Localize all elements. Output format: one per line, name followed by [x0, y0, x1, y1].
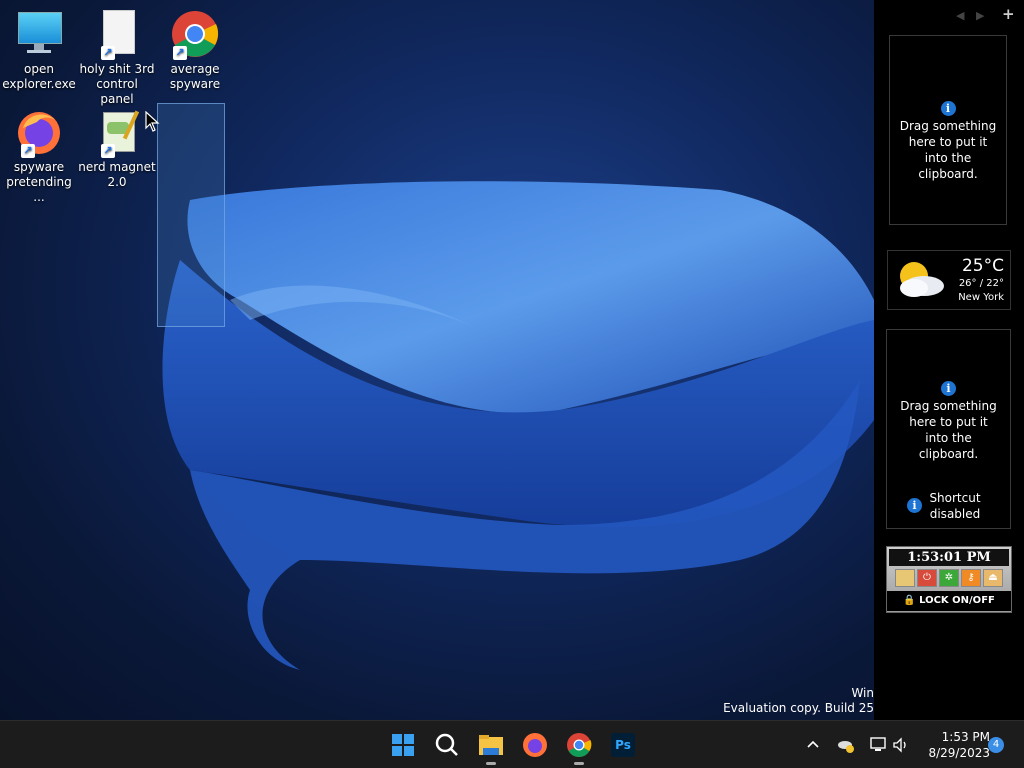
chevron-up-icon [807, 740, 819, 748]
weather-city: New York [958, 292, 1004, 303]
chrome-taskbar-button[interactable] [562, 728, 596, 765]
desktop-icon-label: holy shit 3rd control panel [79, 62, 155, 106]
power-button[interactable]: ⏻ [917, 569, 937, 587]
lock-icon: 🔒 [903, 595, 916, 606]
network-icon [870, 737, 886, 751]
info-icon: i [941, 381, 956, 396]
cloud-warning-icon [838, 741, 854, 753]
settings-button[interactable]: ✲ [939, 569, 959, 587]
firefox-icon [523, 733, 547, 757]
volume-button[interactable] [891, 735, 911, 755]
desktop-icon-label: nerd magnet 2.0 [78, 160, 156, 189]
clipboard-gadget-2[interactable]: i Drag something here to put it into the… [886, 329, 1011, 529]
weather-temperature: 25°C [961, 256, 1004, 276]
desktop-icon-average-spyware[interactable]: ↗ average spyware [156, 10, 234, 92]
clipboard-drop-message: Drag something here to put it into the c… [900, 399, 997, 461]
shortcut-disabled-label: Shortcut disabled [929, 491, 981, 521]
key-button[interactable]: ⚷ [961, 569, 981, 587]
clock-time: 1:53:01 PM [889, 549, 1009, 566]
info-icon: i [940, 101, 956, 116]
tray-overflow-button[interactable] [804, 735, 822, 755]
watermark-line-2: Evaluation copy. Build 25 [723, 701, 874, 715]
weather-gadget[interactable]: 25°C 26° / 22° New York [887, 250, 1011, 310]
folder-button[interactable] [895, 569, 915, 587]
photoshop-icon: Ps [611, 733, 635, 757]
running-indicator [574, 762, 584, 765]
lock-toggle[interactable]: 🔒 LOCK ON/OFF [887, 591, 1011, 611]
taskbar: Ps 1:53 PM 8/29/2023 4 [0, 720, 1024, 768]
search-icon [435, 733, 458, 756]
desktop-icon-control-panel[interactable]: ↗ holy shit 3rd control panel [78, 10, 156, 107]
file-explorer-button[interactable] [474, 728, 508, 765]
drag-selection-rectangle [157, 103, 225, 327]
clipboard-gadget-1[interactable]: i Drag something here to put it into the… [889, 35, 1007, 225]
chrome-icon: ↗ [171, 10, 219, 60]
shortcut-arrow-icon: ↗ [173, 46, 187, 60]
taskbar-clock[interactable]: 1:53 PM 8/29/2023 [916, 729, 990, 761]
blank-file-icon: ↗ [93, 10, 141, 60]
eject-button[interactable]: ⏏ [983, 569, 1003, 587]
shortcut-arrow-icon: ↗ [101, 144, 115, 158]
lock-label: LOCK ON/OFF [919, 595, 995, 606]
sun-cloud-icon [900, 262, 944, 297]
firefox-icon: ↗ [15, 108, 63, 158]
watermark-line-1: Win [851, 686, 874, 700]
start-button[interactable] [386, 728, 420, 762]
shortcut-arrow-icon: ↗ [101, 46, 115, 60]
running-indicator [486, 762, 496, 765]
shortcut-status: i Shortcut disabled [907, 490, 1007, 522]
monitor-icon [15, 10, 63, 58]
notification-badge[interactable]: 4 [988, 737, 1004, 753]
onedrive-button[interactable] [836, 735, 856, 755]
notepad-icon: ↗ [93, 108, 141, 158]
photoshop-taskbar-button[interactable]: Ps [606, 728, 640, 762]
clock-action-buttons: ⏻ ✲ ⚷ ⏏ [893, 569, 1005, 587]
shortcut-arrow-icon: ↗ [21, 144, 35, 158]
desktop-icon-label: spyware pretending ... [6, 160, 72, 204]
weather-range: 26° / 22° [958, 278, 1004, 289]
clock-gadget[interactable]: 1:53:01 PM ⏻ ✲ ⚷ ⏏ 🔒 LOCK ON/OFF [886, 546, 1012, 613]
file-explorer-icon [479, 735, 503, 755]
search-button[interactable] [430, 728, 464, 762]
sidebar-next-button[interactable]: ▶ [976, 9, 984, 22]
desktop-icon-spyware-pretending[interactable]: ↗ spyware pretending ... [0, 108, 78, 205]
network-button[interactable] [868, 735, 888, 755]
info-icon: i [907, 498, 922, 513]
taskbar-date: 8/29/2023 [928, 746, 990, 760]
clipboard-drop-message: Drag something here to put it into the c… [899, 119, 997, 181]
speaker-icon [893, 737, 906, 753]
desktop-icon-label: average spyware [169, 62, 221, 91]
start-icon [392, 734, 414, 756]
desktop-icon-label: open explorer.exe [2, 62, 76, 91]
mouse-cursor-icon [145, 111, 160, 132]
desktop[interactable]: open explorer.exe ↗ holy shit 3rd contro… [0, 0, 874, 720]
sidebar-add-gadget-button[interactable]: + [1002, 5, 1015, 23]
taskbar-time: 1:53 PM [941, 730, 990, 744]
evaluation-watermark: Win Evaluation copy. Build 25 [574, 686, 874, 716]
desktop-icon-open-explorer[interactable]: open explorer.exe [0, 10, 78, 92]
photoshop-label: Ps [615, 738, 631, 752]
chrome-icon [567, 733, 592, 758]
firefox-taskbar-button[interactable] [518, 728, 552, 762]
sidebar-prev-button[interactable]: ◀ [956, 9, 964, 22]
